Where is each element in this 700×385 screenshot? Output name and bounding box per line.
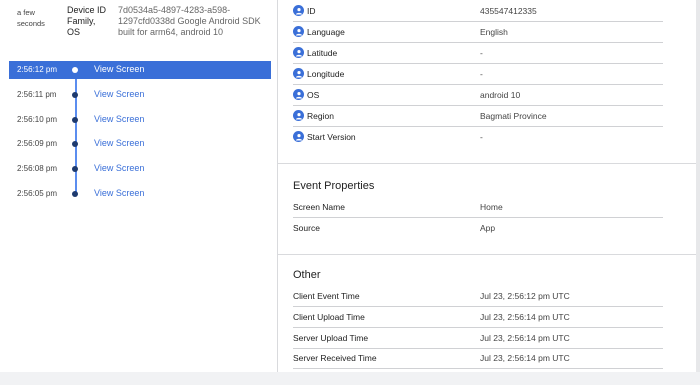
property-value: 435547412335: [480, 6, 537, 16]
user-property-icon: [293, 26, 304, 37]
event-stream-panel: a few seconds Device ID Family, OS 7d053…: [0, 0, 277, 372]
timeline-event-link[interactable]: View Screen: [94, 188, 144, 198]
user-property-icon: [293, 47, 304, 58]
user-property-row: OS android 10: [293, 85, 663, 106]
event-properties-title: Event Properties: [293, 180, 375, 192]
timeline-event-link[interactable]: View Screen: [94, 114, 144, 124]
property-label: Server Received Time: [293, 353, 377, 363]
timeline-time: 2:56:08 pm: [17, 164, 58, 173]
property-label: Language: [307, 27, 345, 37]
timeline-dot-icon: [72, 191, 78, 197]
timeline-dot-icon: [72, 166, 78, 172]
user-property-icon: [293, 68, 304, 79]
property-value: android 10: [480, 90, 521, 100]
user-property-icon: [293, 5, 304, 16]
property-label: Latitude: [307, 48, 338, 58]
device-label: Device ID Family, OS: [67, 5, 107, 37]
property-value: Bagmati Province: [480, 111, 547, 121]
property-value: English: [480, 27, 508, 37]
timeline-dot-icon: [72, 67, 78, 73]
other-property-row: Client Upload Time Jul 23, 2:56:14 pm UT…: [293, 307, 663, 328]
user-property-row: Region Bagmati Province: [293, 106, 663, 127]
user-property-row: Latitude -: [293, 43, 663, 64]
property-label: ID: [307, 6, 316, 16]
device-value: 7d0534a5-4897-4283-a598-1297cfd0338d Goo…: [118, 5, 261, 37]
timeline-time: 2:56:12 pm: [17, 65, 58, 74]
property-value: -: [480, 48, 483, 58]
other-property-row: Server Upload Time Jul 23, 2:56:14 pm UT…: [293, 328, 663, 349]
property-label: Client Upload Time: [293, 312, 365, 322]
property-value: Jul 23, 2:56:14 pm UTC: [480, 353, 570, 363]
user-property-icon: [293, 89, 304, 100]
timeline-event-link[interactable]: View Screen: [94, 138, 144, 148]
property-label: Screen Name: [293, 202, 345, 212]
property-label: Start Version: [307, 132, 356, 142]
event-details-panel: ID 435547412335 Language English Latitud…: [278, 0, 696, 372]
user-property-icon: [293, 131, 304, 142]
timeline-dot-icon: [72, 141, 78, 147]
timeline-dot-icon: [72, 92, 78, 98]
bottom-margin: [0, 372, 700, 385]
other-property-row: Server Received Time Jul 23, 2:56:14 pm …: [293, 348, 663, 369]
property-label: Server Upload Time: [293, 333, 369, 343]
property-label: Longitude: [307, 69, 345, 79]
user-property-icon: [293, 110, 304, 121]
timeline-time: 2:56:11 pm: [17, 90, 57, 99]
property-label: Source: [293, 223, 320, 233]
property-label: OS: [307, 90, 320, 100]
property-value: Home: [480, 202, 503, 212]
property-value: Jul 23, 2:56:12 pm UTC: [480, 291, 570, 301]
timeline-row[interactable]: 2:56:10 pm View Screen: [9, 111, 271, 129]
timeline-event-link[interactable]: View Screen: [94, 163, 144, 173]
timeline-time: 2:56:09 pm: [17, 139, 58, 148]
property-value: Jul 23, 2:56:14 pm UTC: [480, 333, 570, 343]
user-property-row: Start Version -: [293, 127, 663, 148]
other-title: Other: [293, 269, 321, 281]
user-property-row: Language English: [293, 22, 663, 43]
property-label: Region: [307, 111, 334, 121]
timeline-row[interactable]: 2:56:09 pm View Screen: [9, 135, 271, 153]
section-divider: [278, 163, 696, 164]
timeline-row[interactable]: 2:56:05 pm View Screen: [9, 185, 271, 203]
section-divider: [278, 254, 696, 255]
timeline-row[interactable]: 2:56:08 pm View Screen: [9, 160, 271, 178]
property-label: Client Event Time: [293, 291, 360, 301]
event-property-row: Screen Name Home: [293, 197, 663, 218]
timeline-dot-icon: [72, 117, 78, 123]
property-value: App: [480, 223, 496, 233]
scrollbar[interactable]: [696, 0, 700, 372]
timeline-time: 2:56:10 pm: [17, 115, 58, 124]
timeline-row-selected[interactable]: 2:56:12 pm View Screen: [9, 61, 271, 79]
time-ago: a few seconds: [17, 8, 45, 28]
property-value: Jul 23, 2:56:14 pm UTC: [480, 312, 570, 322]
other-property-row: Client Event Time Jul 23, 2:56:12 pm UTC: [293, 286, 663, 307]
user-property-row: ID 435547412335: [293, 1, 663, 22]
timeline-row[interactable]: 2:56:11 pm View Screen: [9, 86, 271, 104]
timeline-time: 2:56:05 pm: [17, 189, 58, 198]
event-property-row: Source App: [293, 218, 663, 239]
timeline-event-link[interactable]: View Screen: [94, 64, 144, 74]
row-divider: [293, 368, 663, 369]
timeline-event-link[interactable]: View Screen: [94, 89, 144, 99]
property-value: -: [480, 69, 483, 79]
property-value: -: [480, 132, 483, 142]
user-property-row: Longitude -: [293, 64, 663, 85]
